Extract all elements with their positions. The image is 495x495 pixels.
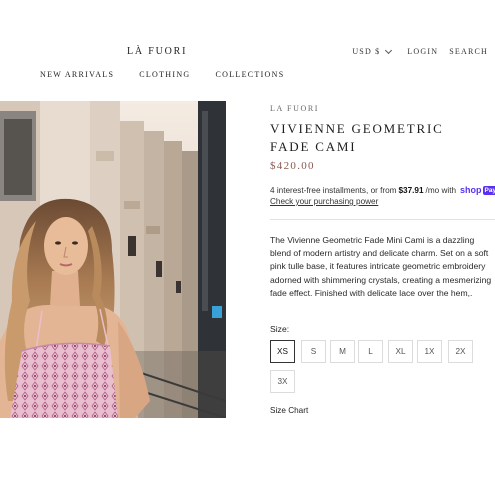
- product-price: $420.00: [270, 160, 315, 172]
- shop-pay-word: shop: [460, 185, 482, 195]
- brand-logo[interactable]: LÀ FUORI: [127, 46, 187, 57]
- size-option-m[interactable]: M: [330, 340, 355, 363]
- main-nav: NEW ARRIVALS CLOTHING COLLECTIONS: [40, 70, 309, 79]
- size-option-xs[interactable]: XS: [270, 340, 295, 363]
- size-option-2x[interactable]: 2X: [448, 340, 473, 363]
- installments-prefix: 4 interest-free installments, or from: [270, 185, 397, 195]
- search-link[interactable]: SEARCH: [449, 47, 488, 56]
- nav-item-collections[interactable]: COLLECTIONS: [216, 70, 285, 79]
- login-link[interactable]: LOGIN: [407, 47, 438, 56]
- size-option-l[interactable]: L: [358, 340, 383, 363]
- product-title: VIVIENNE GEOMETRIC FADE CAMI: [270, 121, 444, 154]
- nav-item-clothing[interactable]: CLOTHING: [139, 70, 190, 79]
- size-label: Size:: [270, 324, 290, 334]
- size-option-s[interactable]: S: [301, 340, 326, 363]
- product-photo-illustration: [0, 101, 226, 418]
- size-option-xl[interactable]: XL: [388, 340, 413, 363]
- nav-item-new-arrivals[interactable]: NEW ARRIVALS: [40, 70, 114, 79]
- check-purchasing-power-link[interactable]: Check your purchasing power: [270, 197, 378, 206]
- shop-pay-badge: Pay: [482, 185, 495, 195]
- product-description: The Vivienne Geometric Fade Mini Cami is…: [270, 235, 492, 298]
- installments-suffix: /mo with: [425, 185, 457, 195]
- chevron-down-icon: [385, 46, 393, 54]
- divider: [270, 219, 495, 220]
- shop-pay-logo: shop Pay: [460, 185, 495, 195]
- header-utilities: USD $ LOGIN SEARCH: [352, 46, 495, 56]
- size-chart-link[interactable]: Size Chart: [270, 406, 308, 415]
- size-option-1x[interactable]: 1X: [417, 340, 442, 363]
- product-image[interactable]: [0, 101, 226, 418]
- currency-label: USD $: [352, 47, 381, 56]
- installments-info: 4 interest-free installments, or from $3…: [270, 185, 495, 195]
- installments-amount: $37.91: [398, 185, 424, 195]
- currency-selector[interactable]: USD $: [352, 46, 393, 56]
- product-vendor[interactable]: LA FUORI: [270, 104, 319, 113]
- size-option-3x[interactable]: 3X: [270, 370, 295, 393]
